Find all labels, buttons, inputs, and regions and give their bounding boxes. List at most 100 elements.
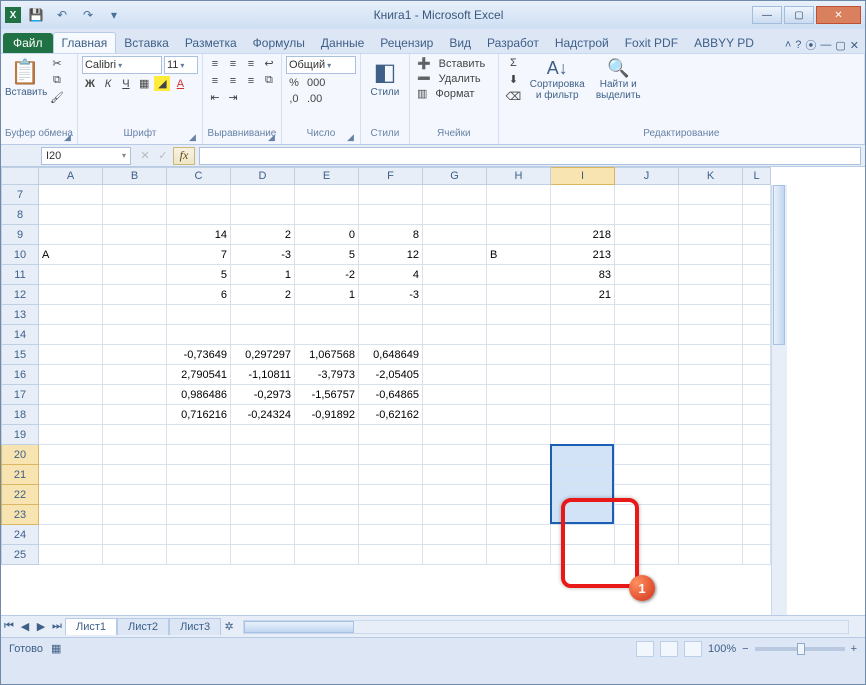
cell-E11[interactable]: -2 — [295, 265, 359, 285]
cell-F9[interactable]: 8 — [359, 225, 423, 245]
col-header-D[interactable]: D — [231, 167, 295, 185]
row-header-19[interactable]: 19 — [1, 425, 39, 445]
font-dlg-icon[interactable]: ◢ — [189, 132, 196, 143]
cell-D16[interactable]: -1,10811 — [231, 365, 295, 385]
name-box[interactable]: I20▾ — [41, 147, 131, 165]
cell-H25[interactable] — [487, 545, 551, 565]
cell-I9[interactable]: 218 — [551, 225, 615, 245]
view-normal-icon[interactable] — [636, 641, 654, 657]
cell-D14[interactable] — [231, 325, 295, 345]
font-size-combo[interactable]: 11▾ — [164, 56, 198, 74]
cell-E19[interactable] — [295, 425, 359, 445]
cell-I7[interactable] — [551, 185, 615, 205]
vertical-scrollbar[interactable] — [771, 185, 787, 615]
number-format-combo[interactable]: Общий▾ — [286, 56, 356, 74]
cell-D18[interactable]: -0,24324 — [231, 405, 295, 425]
cell-G13[interactable] — [423, 305, 487, 325]
cell-K7[interactable] — [679, 185, 743, 205]
ribbon-tab-foxit pdf[interactable]: Foxit PDF — [617, 33, 686, 53]
cell-B20[interactable] — [103, 445, 167, 465]
cell-I19[interactable] — [551, 425, 615, 445]
row-header-7[interactable]: 7 — [1, 185, 39, 205]
cell-B21[interactable] — [103, 465, 167, 485]
cell-E17[interactable]: -1,56757 — [295, 385, 359, 405]
cell-I15[interactable] — [551, 345, 615, 365]
font-color-icon[interactable]: A — [172, 77, 188, 91]
cell-K15[interactable] — [679, 345, 743, 365]
cell-A25[interactable] — [39, 545, 103, 565]
cell-I20[interactable] — [551, 445, 615, 465]
cell-D22[interactable] — [231, 485, 295, 505]
cell-I13[interactable] — [551, 305, 615, 325]
zoom-thumb[interactable] — [797, 643, 805, 655]
col-header-A[interactable]: A — [39, 167, 103, 185]
cell-H18[interactable] — [487, 405, 551, 425]
ribbon-tab-разметка[interactable]: Разметка — [177, 33, 245, 53]
ribbon-tab-вставка[interactable]: Вставка — [116, 33, 177, 53]
zoom-slider[interactable] — [755, 647, 845, 651]
cell-J9[interactable] — [615, 225, 679, 245]
zoom-out-icon[interactable]: − — [742, 643, 748, 655]
cell-G14[interactable] — [423, 325, 487, 345]
sheet-nav-last-icon[interactable]: ⏭ — [49, 620, 65, 633]
cell-I11[interactable]: 83 — [551, 265, 615, 285]
cell-F17[interactable]: -0,64865 — [359, 385, 423, 405]
cell-A19[interactable] — [39, 425, 103, 445]
border-icon[interactable]: ▦ — [136, 76, 152, 91]
cell-L21[interactable] — [743, 465, 771, 485]
cell-F11[interactable]: 4 — [359, 265, 423, 285]
align-top-icon[interactable]: ≡ — [207, 57, 223, 71]
cell-L8[interactable] — [743, 205, 771, 225]
hscroll-thumb[interactable] — [244, 621, 354, 633]
col-header-B[interactable]: B — [103, 167, 167, 185]
cell-E22[interactable] — [295, 485, 359, 505]
window-maximize-button[interactable]: ▢ — [784, 6, 814, 24]
cell-F19[interactable] — [359, 425, 423, 445]
paste-button[interactable]: 📋 Вставить — [5, 56, 45, 98]
options-icon[interactable]: ⦿ — [805, 37, 816, 53]
dec-dec-icon[interactable]: .00 — [304, 92, 325, 106]
cell-K13[interactable] — [679, 305, 743, 325]
cell-J8[interactable] — [615, 205, 679, 225]
cell-L9[interactable] — [743, 225, 771, 245]
cell-L24[interactable] — [743, 525, 771, 545]
cell-I22[interactable] — [551, 485, 615, 505]
align-bottom-icon[interactable]: ≡ — [243, 57, 259, 71]
cell-C7[interactable] — [167, 185, 231, 205]
qat-undo-icon[interactable]: ↶ — [51, 4, 73, 26]
cell-K11[interactable] — [679, 265, 743, 285]
cell-A11[interactable] — [39, 265, 103, 285]
row-header-10[interactable]: 10 — [1, 245, 39, 265]
cell-G18[interactable] — [423, 405, 487, 425]
cell-H7[interactable] — [487, 185, 551, 205]
cell-D25[interactable] — [231, 545, 295, 565]
clear-icon[interactable]: ⌫ — [503, 89, 525, 104]
cell-G24[interactable] — [423, 525, 487, 545]
cell-L19[interactable] — [743, 425, 771, 445]
cell-K21[interactable] — [679, 465, 743, 485]
cell-C25[interactable] — [167, 545, 231, 565]
bold-button[interactable]: Ж — [82, 77, 98, 91]
clipboard-dlg-icon[interactable]: ◢ — [64, 132, 71, 143]
view-layout-icon[interactable] — [660, 641, 678, 657]
cell-A20[interactable] — [39, 445, 103, 465]
row-header-24[interactable]: 24 — [1, 525, 39, 545]
cell-F14[interactable] — [359, 325, 423, 345]
row-header-22[interactable]: 22 — [1, 485, 39, 505]
cell-G11[interactable] — [423, 265, 487, 285]
cell-C21[interactable] — [167, 465, 231, 485]
cell-L20[interactable] — [743, 445, 771, 465]
row-header-17[interactable]: 17 — [1, 385, 39, 405]
ribbon-tab-разработ[interactable]: Разработ — [479, 33, 547, 53]
row-header-16[interactable]: 16 — [1, 365, 39, 385]
cell-H13[interactable] — [487, 305, 551, 325]
row-header-14[interactable]: 14 — [1, 325, 39, 345]
cell-F23[interactable] — [359, 505, 423, 525]
cell-K12[interactable] — [679, 285, 743, 305]
cell-F7[interactable] — [359, 185, 423, 205]
row-header-11[interactable]: 11 — [1, 265, 39, 285]
cell-J10[interactable] — [615, 245, 679, 265]
align-dlg-icon[interactable]: ◢ — [268, 132, 275, 143]
cell-B19[interactable] — [103, 425, 167, 445]
number-dlg-icon[interactable]: ◢ — [347, 132, 354, 143]
